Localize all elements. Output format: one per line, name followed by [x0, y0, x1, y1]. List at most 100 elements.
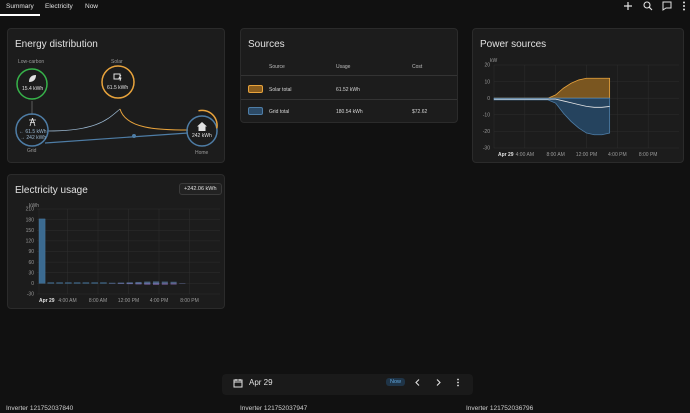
- x-tick-label: Apr 29: [39, 298, 55, 304]
- y-tick-label: -10: [483, 113, 490, 119]
- footer-inverter-3: Inverter 121752036796: [466, 405, 534, 412]
- unit-label: kW: [490, 58, 498, 64]
- x-tick-label: 4:00 AM: [516, 152, 534, 158]
- sources-card: Sources Source Usage Cost Solar total 61…: [240, 28, 458, 123]
- now-button[interactable]: Now: [386, 378, 406, 386]
- header-source: Source: [269, 64, 285, 70]
- solar-return-bar: [135, 283, 142, 285]
- solar-bar: [152, 281, 160, 284]
- x-tick-label: 8:00 AM: [546, 152, 564, 158]
- grid-bar: [47, 282, 55, 284]
- y-tick-label: 60: [28, 260, 34, 266]
- header-usage: Usage: [336, 64, 351, 70]
- chevron-left-icon[interactable]: [414, 378, 422, 387]
- solar-return-bar: [126, 283, 133, 285]
- row-usage: 61.52 kWh: [336, 87, 360, 93]
- power-sources-card: Power sources kW 20 10 0 -10 -20 -30 Apr 29 4:0…: [472, 28, 684, 163]
- leaf-icon: [29, 75, 36, 82]
- y-tick-label: 120: [26, 239, 35, 245]
- y-tick-label: -30: [483, 146, 490, 152]
- electricity-usage-chart: kWh 2101801501209060300-30Apr 29 4:00 AM 8…: [26, 203, 220, 304]
- tab-now[interactable]: Now: [85, 3, 98, 10]
- calendar-icon[interactable]: [233, 378, 243, 388]
- grid-bar: [91, 282, 98, 284]
- energy-flow-diagram: [15, 65, 218, 147]
- grid-label: Grid: [27, 148, 37, 154]
- solar-bar: [126, 282, 133, 284]
- footer-inverter-1: Inverter 121752037840: [6, 405, 74, 412]
- y-tick-label: 150: [26, 228, 35, 234]
- power-sources-chart: kW 20 10 0 -10 -20 -30 Apr 29 4:00 AM 8:00 AM 12:…: [483, 58, 679, 158]
- x-tick-label: 4:00 AM: [58, 298, 76, 304]
- solar-return-bar: [144, 283, 151, 285]
- home-label: Home: [195, 150, 209, 156]
- solar-return-bar: [161, 283, 168, 285]
- tab-summary[interactable]: Summary: [0, 3, 40, 16]
- search-icon[interactable]: [642, 0, 654, 12]
- y-tick-label: -20: [483, 129, 490, 135]
- solar-return-bar: [170, 283, 177, 285]
- y-tick-label: 20: [484, 63, 490, 69]
- y-tick-label: 0: [31, 281, 34, 287]
- solar-swatch: [248, 85, 263, 93]
- y-tick-label: 90: [28, 249, 34, 255]
- row-usage: 180.54 kWh: [336, 109, 363, 115]
- transmission-tower-icon: [29, 118, 36, 127]
- footer-inverter-2: Inverter 121752037947: [240, 405, 308, 412]
- solar-return-bar: [152, 283, 160, 285]
- energy-distribution-card: Energy distribution Low-carbon 15.4 kWh …: [7, 28, 225, 163]
- solar-label: Solar: [111, 59, 123, 65]
- y-tick-label: 210: [26, 207, 35, 213]
- x-tick-label: 12:00 PM: [118, 298, 139, 304]
- grid-bar: [73, 282, 81, 284]
- tab-electricity[interactable]: Electricity: [45, 3, 73, 10]
- y-tick-label: 10: [484, 79, 490, 85]
- more-vert-icon[interactable]: [678, 0, 690, 12]
- home-value: 242 kWh: [192, 133, 212, 139]
- date-picker-bar: Apr 29 Now: [222, 374, 473, 395]
- low-carbon-value: 15.4 kWh: [22, 86, 44, 92]
- x-tick-label: Apr 29: [498, 152, 514, 158]
- add-icon[interactable]: [622, 0, 634, 12]
- row-source: Grid total: [269, 109, 290, 115]
- y-tick-label: 30: [28, 270, 34, 276]
- x-tick-label: 8:00 AM: [89, 298, 107, 304]
- x-tick-label: 8:00 PM: [639, 152, 658, 158]
- grid-area: [493, 97, 611, 136]
- solar-area: [494, 77, 611, 99]
- solar-bar: [161, 281, 168, 284]
- row-source: Solar total: [269, 87, 292, 93]
- solar-bar: [117, 282, 125, 284]
- more-options-icon[interactable]: [454, 378, 462, 387]
- y-tick-label: 180: [26, 217, 35, 223]
- grid-bar: [56, 282, 63, 284]
- low-carbon-label: Low-carbon: [18, 59, 45, 65]
- solar-bar: [135, 281, 142, 284]
- assist-icon[interactable]: [661, 0, 673, 12]
- home-icon: [197, 122, 207, 131]
- x-tick-label: 4:00 PM: [150, 298, 169, 304]
- solar-panel-icon: [113, 73, 122, 82]
- x-tick-label: 8:00 PM: [180, 298, 199, 304]
- x-tick-label: 4:00 PM: [608, 152, 627, 158]
- grid-out-value: → 242 kWh: [20, 135, 47, 141]
- solar-bar: [170, 281, 177, 284]
- grid-bar: [82, 282, 90, 284]
- electricity-usage-card: Electricity usage +242.06 kWh kWh 210 180…: [7, 174, 225, 309]
- solar-bar: [144, 281, 151, 284]
- header-cost: Cost: [412, 64, 423, 70]
- grid-swatch: [248, 107, 263, 115]
- grid-bar: [100, 282, 107, 284]
- divider: [241, 99, 457, 100]
- grid-bar: [65, 282, 72, 284]
- x-tick-label: 12:00 PM: [576, 152, 597, 158]
- solar-value: 61.5 kWh: [107, 85, 129, 91]
- divider: [241, 75, 457, 76]
- current-date[interactable]: Apr 29: [249, 378, 273, 387]
- row-cost: $72.62: [412, 109, 428, 115]
- y-tick-label: -30: [27, 292, 34, 298]
- chevron-right-icon[interactable]: [434, 378, 442, 387]
- grid-bar: [38, 218, 46, 284]
- y-tick-label: 0: [487, 96, 490, 102]
- top-app-bar: Summary Electricity Now: [0, 0, 690, 16]
